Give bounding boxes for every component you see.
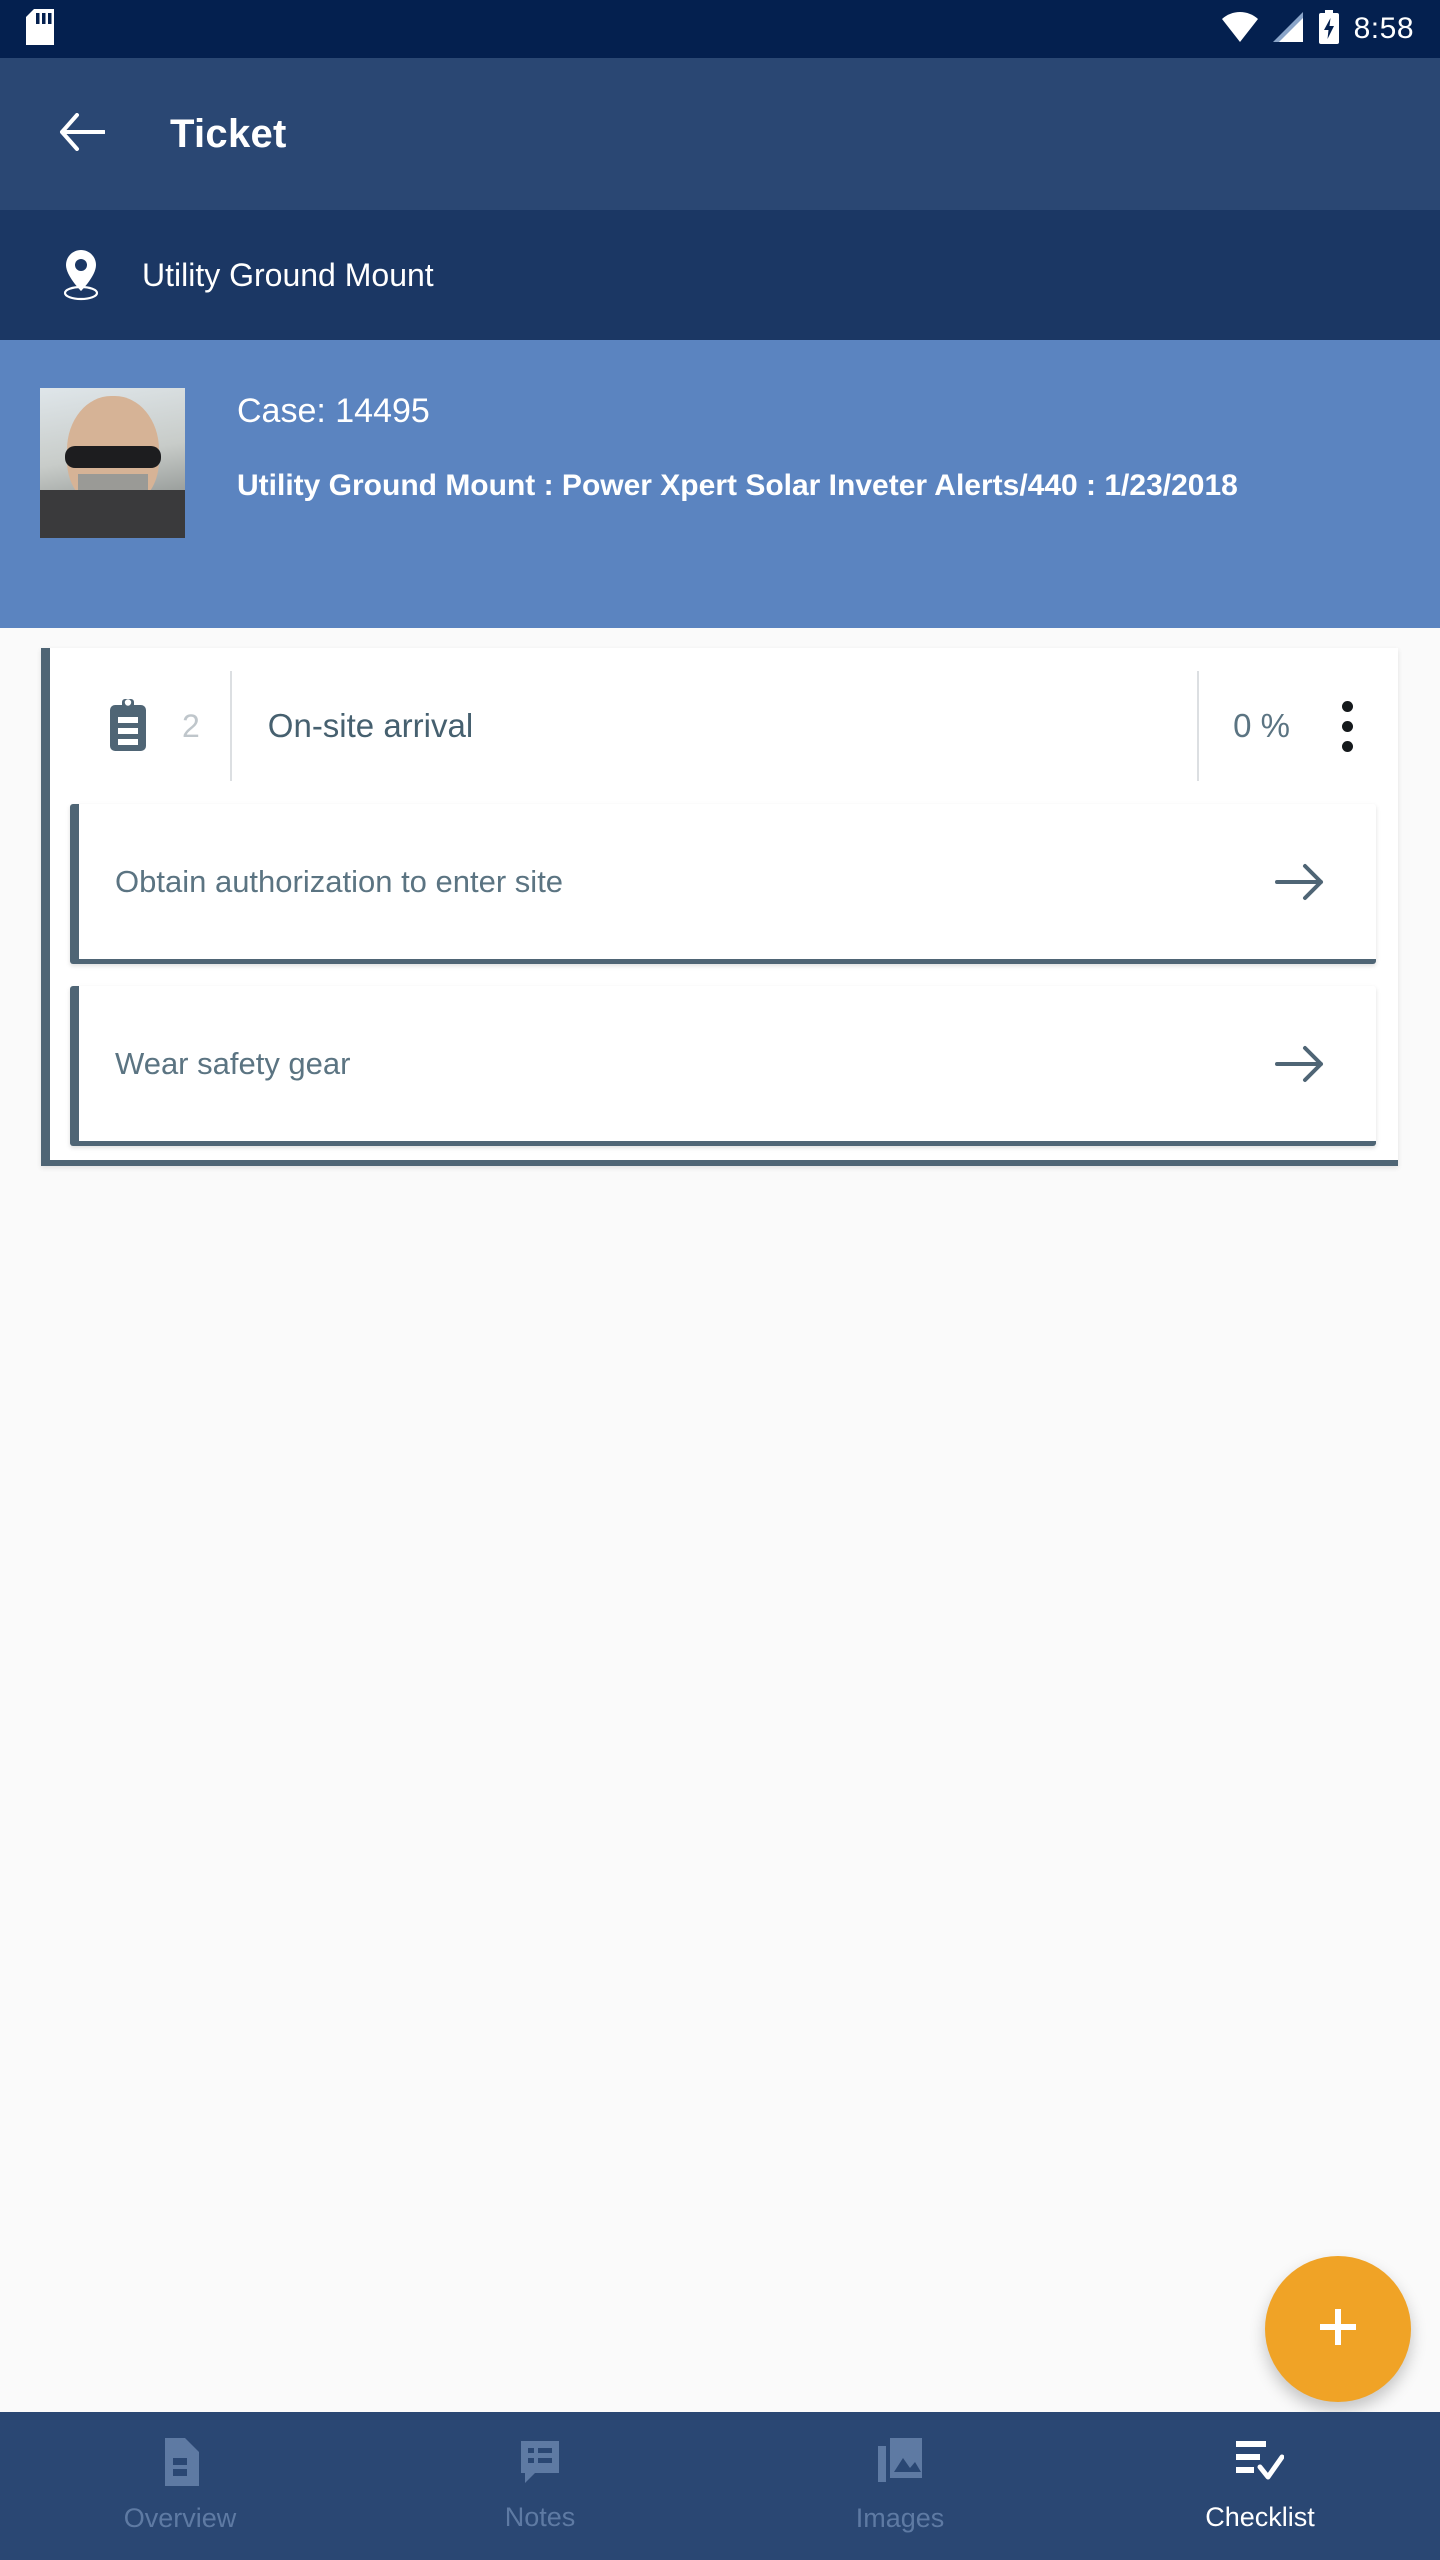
status-bar-right: 8:58: [1221, 9, 1414, 49]
avatar: [40, 388, 185, 538]
more-vertical-icon[interactable]: [1314, 671, 1380, 781]
case-info: Case: 14495 Utility Ground Mount : Power…: [237, 388, 1238, 628]
header-divider-right: [1197, 671, 1200, 781]
sd-card-icon: [26, 8, 54, 50]
tab-overview[interactable]: Overview: [0, 2412, 360, 2560]
images-icon: [878, 2438, 922, 2491]
checklist-task-item[interactable]: Obtain authorization to enter site: [70, 804, 1376, 964]
back-button[interactable]: [46, 98, 118, 170]
arrow-left-icon: [59, 112, 106, 156]
progress-percent: 0 %: [1233, 707, 1290, 744]
cell-signal-icon: [1272, 11, 1304, 47]
checklist-icon: [1236, 2439, 1285, 2490]
checklist-task-list: Obtain authorization to enter site Wear …: [50, 804, 1398, 1160]
tab-images-label: Images: [855, 2503, 945, 2533]
case-description: Utility Ground Mount : Power Xpert Solar…: [237, 469, 1238, 502]
tab-notes[interactable]: Notes: [360, 2412, 720, 2560]
page-title: Ticket: [170, 111, 287, 156]
app-bar: Ticket: [0, 58, 1440, 210]
task-label: Wear safety gear: [115, 1045, 351, 1081]
add-button[interactable]: [1265, 2256, 1411, 2402]
bottom-navigation: Overview Notes Images Checklist: [0, 2412, 1440, 2560]
checklist-item-count: 2: [182, 707, 200, 744]
task-label: Obtain authorization to enter site: [115, 863, 564, 899]
app-screen: 8:58 Ticket Utility Ground Mount Case: 1…: [0, 0, 1440, 2560]
tab-checklist[interactable]: Checklist: [1080, 2412, 1440, 2560]
plus-icon: [1312, 2301, 1364, 2358]
checklist-group-card: 2 On-site arrival 0 % Obtain authorizati…: [41, 648, 1398, 1166]
case-number: Case: 14495: [237, 392, 430, 430]
location-label: Utility Ground Mount: [142, 256, 434, 293]
case-card[interactable]: Case: 14495 Utility Ground Mount : Power…: [0, 340, 1440, 628]
checklist-group-title: On-site arrival: [267, 707, 474, 744]
document-icon: [161, 2438, 199, 2491]
header-divider-left: [229, 671, 232, 781]
arrow-right-icon[interactable]: [1270, 1034, 1330, 1094]
battery-charging-icon: [1318, 9, 1340, 49]
checklist-group-header-right: 0 %: [1197, 671, 1398, 781]
tab-overview-label: Overview: [123, 2503, 237, 2533]
tab-notes-label: Notes: [504, 2502, 576, 2532]
clipboard-icon: [100, 696, 156, 756]
tab-checklist-label: Checklist: [1205, 2502, 1315, 2532]
status-bar-left: [26, 8, 54, 50]
tab-images[interactable]: Images: [720, 2412, 1080, 2560]
notes-icon: [519, 2439, 561, 2490]
map-pin-icon: [54, 245, 108, 305]
checklist-group-header[interactable]: 2 On-site arrival 0 %: [50, 648, 1398, 804]
arrow-right-icon[interactable]: [1270, 852, 1330, 912]
status-bar: 8:58: [0, 0, 1440, 58]
location-bar[interactable]: Utility Ground Mount: [0, 210, 1440, 340]
wifi-icon: [1221, 11, 1258, 47]
status-bar-clock: 8:58: [1353, 12, 1414, 45]
checklist-task-item[interactable]: Wear safety gear: [70, 986, 1376, 1146]
